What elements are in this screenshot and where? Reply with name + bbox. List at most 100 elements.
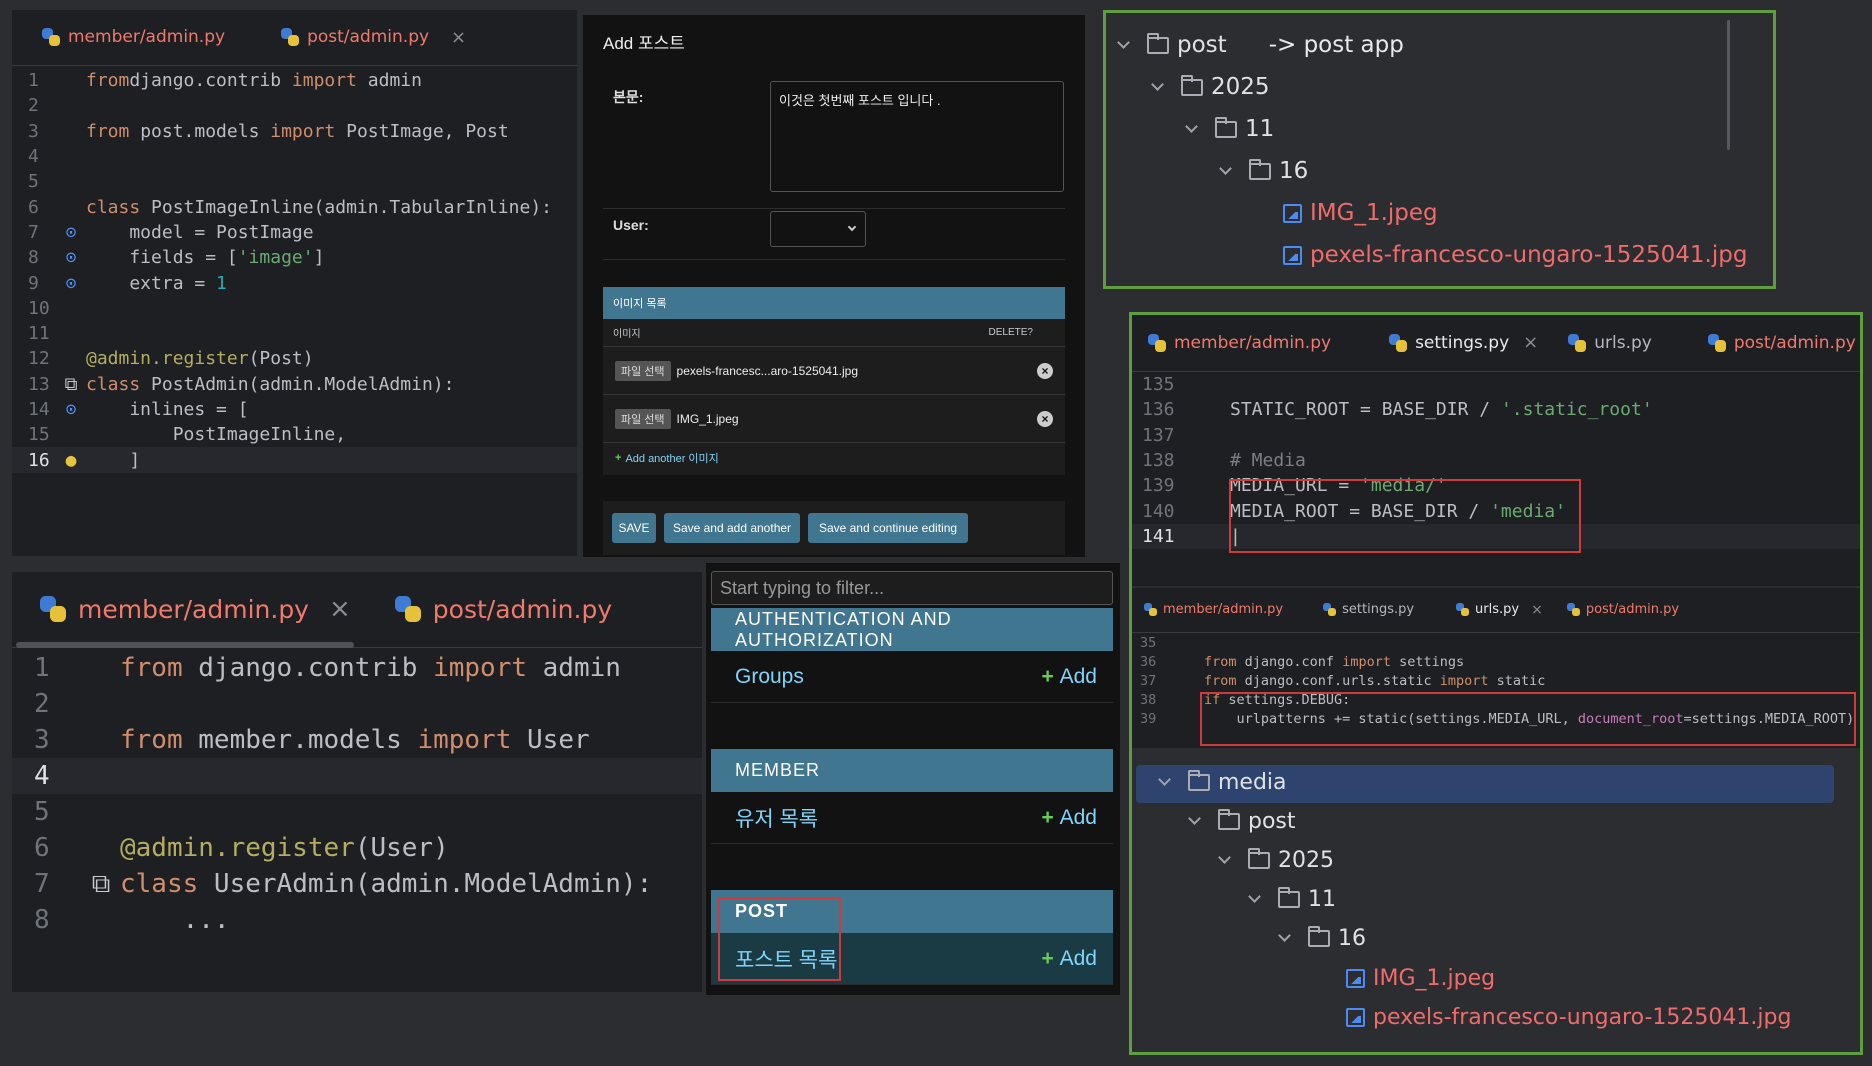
body-label: 본문: [613,89,644,105]
code-text: @admin.register(User) [120,833,449,863]
delete-row-icon[interactable]: × [1037,363,1053,379]
add-label: Add [1059,664,1097,688]
file-name: pexels-francesc...aro-1525041.jpg [676,363,858,378]
close-icon[interactable]: × [329,594,351,624]
code-line[interactable]: 2 [12,93,577,118]
column-delete: DELETE? [988,327,1033,338]
code-line[interactable]: 12 @admin.register(Post) [12,346,577,371]
highlight-frame [1129,312,1863,1055]
line-number: 8 [28,247,39,269]
line-number: 15 [28,424,50,446]
code-text: @admin.register(Post) [86,348,314,369]
code-text: class PostImageInline(admin.TabularInlin… [86,197,552,218]
section-member[interactable]: MEMBER [711,749,1113,792]
add-post-link[interactable]: + Add [1042,947,1097,971]
add-label: Add [1059,946,1097,970]
save-and-continue-button[interactable]: Save and continue editing [808,513,968,543]
lightbulb-icon[interactable]: ● [56,450,86,471]
code-line[interactable]: 8 ... [12,902,702,938]
tab-member-admin[interactable]: member/admin.py × [26,572,373,647]
code-line[interactable]: 16 ● ] [12,447,577,473]
code-token: PostImage, Post [335,120,509,142]
class-gutter-icon[interactable]: ⧉ [56,374,86,395]
add-user-link[interactable]: + Add [1042,806,1097,830]
code-line[interactable]: 1 fromdjango.contrib import admin [12,68,577,93]
column-image: 이미지 [613,329,641,340]
plus-icon: + [1041,805,1060,829]
line-number: 4 [28,146,39,168]
code-area[interactable]: 1 fromdjango.contrib import admin 2 3 from p… [12,68,577,473]
save-and-add-another-button[interactable]: Save and add another [664,513,800,543]
code-line[interactable]: 7 ⧉ class UserAdmin(admin.ModelAdmin): [12,866,702,902]
form-title: Add 포스트 [603,34,685,53]
code-line[interactable]: 8 ⊙ fields = ['image'] [12,245,577,270]
add-another-link[interactable]: + Add another 이미지 [603,443,1065,473]
editor-tab-bar: member/admin.py × post/admin.py [12,572,702,648]
body-textarea[interactable]: 이것은 첫번째 포스트 입니다 . [770,81,1064,192]
code-text: ] [86,450,140,471]
section-auth[interactable]: AUTHENTICATION AND AUTHORIZATION [711,608,1113,651]
line-number: 7 [34,869,50,899]
code-line[interactable]: 7 ⊙ model = PostImage [12,220,577,245]
code-line[interactable]: 1 from django.contrib import admin [12,650,702,686]
inline-header: 이미지 목록 [603,287,1065,319]
code-line[interactable]: 10 [12,296,577,321]
code-line[interactable]: 9 ⊙ extra = 1 [12,270,577,295]
model-link-users[interactable]: 유저 목록 [735,803,818,833]
override-icon[interactable]: ⊙ [56,273,86,294]
code-line[interactable]: 3 from member.models import User [12,722,702,758]
tab-member-admin[interactable]: member/admin.py [26,10,265,65]
class-gutter-icon[interactable]: ⧉ [82,869,120,900]
code-line[interactable]: 15 PostImageInline, [12,422,577,447]
code-area[interactable]: 1 from django.contrib import admin 2 3 from … [12,650,702,938]
code-token: ... [120,905,230,935]
code-line[interactable]: 3 from post.models import PostImage, Post [12,119,577,144]
code-line[interactable]: 6 @admin.register(User) [12,830,702,866]
line-number: 7 [28,221,39,243]
line-number: 5 [34,797,50,827]
code-line[interactable]: 4 [12,758,702,794]
code-token: from [86,120,130,142]
tab-label: post/admin.py [307,27,430,47]
line-number: 13 [28,373,50,395]
code-line[interactable]: 11 [12,321,577,346]
choose-file-button[interactable]: 파일 선택 [615,360,671,381]
model-link-groups[interactable]: Groups [735,665,804,689]
code-token: import [291,70,357,92]
tab-post-admin[interactable]: post/admin.py × [265,10,480,65]
save-button[interactable]: SAVE [612,513,656,543]
code-token: @admin.register [86,348,249,370]
code-token: PostImageInline, [86,424,347,446]
line-number: 8 [34,905,50,935]
delete-row-icon[interactable]: × [1037,411,1053,427]
choose-file-button[interactable]: 파일 선택 [615,408,671,429]
code-token: fields = [ [86,247,238,269]
code-text: fromdjango.contrib import admin [86,70,422,91]
code-token: post.models [129,120,271,142]
code-token: PostAdmin(admin.ModelAdmin): [140,373,455,395]
line-number: 10 [28,297,50,319]
file-name: IMG_1.jpeg [676,411,739,426]
horizontal-scrollbar[interactable] [16,642,354,648]
close-icon[interactable]: × [451,27,466,48]
override-icon[interactable]: ⊙ [56,399,86,420]
line-number: 2 [28,95,39,117]
inline-row: 파일 선택 IMG_1.jpeg × [603,395,1065,443]
override-icon[interactable]: ⊙ [56,222,86,243]
python-file-icon [42,28,60,46]
code-line[interactable]: 4 [12,144,577,169]
code-line[interactable]: 6 class PostImageInline(admin.TabularInli… [12,194,577,219]
code-line[interactable]: 5 [12,794,702,830]
code-line[interactable]: 5 [12,169,577,194]
add-group-link[interactable]: + Add [1042,665,1097,689]
inline-row: 파일 선택 pexels-francesc...aro-1525041.jpg … [603,347,1065,395]
override-icon[interactable]: ⊙ [56,247,86,268]
inline-columns: 이미지 DELETE? [603,319,1065,347]
code-line[interactable]: 13 ⧉ class PostAdmin(admin.ModelAdmin): [12,372,577,397]
user-select[interactable] [770,211,866,247]
filter-input[interactable]: Start typing to filter... [711,571,1113,605]
code-line[interactable]: 14 ⊙ inlines = [ [12,397,577,422]
code-line[interactable]: 2 [12,686,702,722]
tab-post-admin[interactable]: post/admin.py [373,572,622,647]
editor-tab-bar: member/admin.py post/admin.py × [12,10,577,66]
